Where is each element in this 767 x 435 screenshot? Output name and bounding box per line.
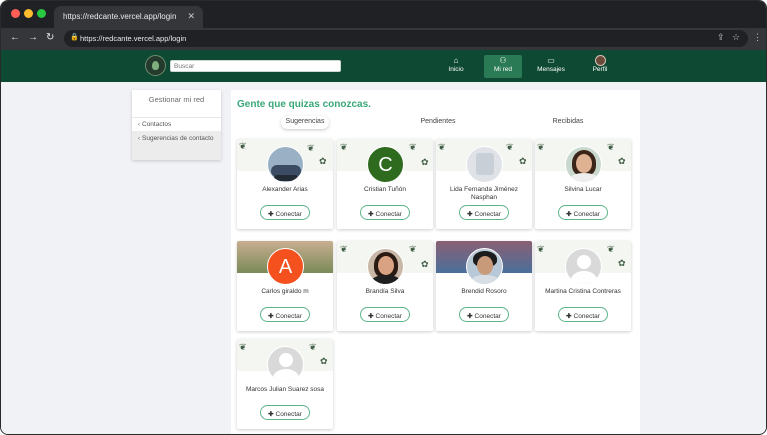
connect-button[interactable]: ✚ Conectar xyxy=(558,307,608,322)
app-logo[interactable] xyxy=(145,55,166,76)
browser-window: https://redcante.vercel.app/login ✕ ← → … xyxy=(0,0,767,435)
app-header: ⌂ Inicio ⚇ Mi red ▭ Mensajes Perfil xyxy=(1,50,766,82)
suggestion-card: A Carlos giraldo m ✚ Conectar xyxy=(237,241,333,331)
close-icon[interactable]: ✕ xyxy=(187,11,195,22)
tab-pendientes[interactable]: Pendientes xyxy=(414,116,462,129)
tab-bar: Sugerencias Pendientes Recibidas xyxy=(231,116,640,130)
connect-button[interactable]: ✚ Conectar xyxy=(360,205,410,220)
nav-label: Inicio xyxy=(448,66,464,73)
suggestion-card: ❦ ❦ ✿ Alexander Arias ✚ Conectar xyxy=(237,139,333,229)
browser-toolbar: ← → ↻ 🔒 https://redcante.vercel.app/logi… xyxy=(1,28,766,50)
add-user-icon: ✚ xyxy=(268,211,274,218)
forward-icon[interactable]: → xyxy=(28,32,38,43)
avatar[interactable] xyxy=(565,146,602,183)
browser-tab[interactable]: https://redcante.vercel.app/login ✕ xyxy=(54,6,203,28)
default-avatar-icon[interactable] xyxy=(565,248,602,285)
sidebar-item-sugerencias[interactable]: ‹ Sugerencias de contacto xyxy=(132,131,221,160)
person-name[interactable]: Alexander Arias xyxy=(239,186,331,194)
add-user-icon: ✚ xyxy=(566,313,572,320)
person-name[interactable]: Silvina Lucar xyxy=(537,186,629,194)
sidebar-item-label: Sugerencias de contacto xyxy=(142,135,214,142)
suggestion-card: Brendid Rosoro ✚ Conectar xyxy=(436,241,532,331)
page-title: Gente que quizas conozcas. xyxy=(237,99,371,110)
suggestion-card: ❦ ❦ ✿ Martina Cristina Contreras ✚ Conectar xyxy=(535,241,631,331)
avatar xyxy=(581,55,619,66)
default-avatar-icon[interactable] xyxy=(267,346,304,383)
person-name[interactable]: Cristian Tuñón xyxy=(339,186,431,194)
nav-mensajes[interactable]: ▭ Mensajes xyxy=(532,55,570,78)
suggestion-card: ❦ ❦ ✿ Marcos Julian Suarez sosa ✚ Conectar xyxy=(237,339,333,429)
person-name[interactable]: Carlos giraldo m xyxy=(239,288,331,296)
bookmark-star-icon[interactable]: ☆ xyxy=(732,32,740,43)
add-user-icon: ✚ xyxy=(467,211,473,218)
chevron-left-icon: ‹ xyxy=(138,122,140,128)
nav-label: Mensajes xyxy=(537,66,565,73)
add-user-icon: ✚ xyxy=(368,313,374,320)
person-name[interactable]: Marcos Julian Suarez sosa xyxy=(239,386,331,394)
sidebar-item-label: Contactos xyxy=(142,121,172,128)
lock-icon: 🔒 xyxy=(70,34,79,41)
tab-sugerencias[interactable]: Sugerencias xyxy=(281,116,329,129)
connect-button[interactable]: ✚ Conectar xyxy=(459,205,509,220)
person-name[interactable]: Brendid Rosoro xyxy=(438,288,530,296)
person-name[interactable]: Brandía Silva xyxy=(339,288,431,296)
person-name[interactable]: Lida Fernanda Jiménez Nasphan xyxy=(438,186,530,202)
reload-icon[interactable]: ↻ xyxy=(46,32,54,43)
connect-button[interactable]: ✚ Conectar xyxy=(558,205,608,220)
suggestion-card: ❦ ❦ ✿ C Cristian Tuñón ✚ Conectar xyxy=(337,139,433,229)
share-icon[interactable]: ⇪ xyxy=(717,32,725,43)
menu-kebab-icon[interactable]: ⋮ xyxy=(753,32,762,43)
nav-inicio[interactable]: ⌂ Inicio xyxy=(437,55,475,78)
connect-button[interactable]: ✚ Conectar xyxy=(360,307,410,322)
avatar[interactable]: C xyxy=(367,146,404,183)
add-user-icon: ✚ xyxy=(467,313,473,320)
back-icon[interactable]: ← xyxy=(10,32,20,43)
avatar[interactable] xyxy=(466,146,503,183)
nav-perfil[interactable]: Perfil xyxy=(581,55,619,78)
minimize-window-button[interactable] xyxy=(24,9,33,18)
main-panel: Gente que quizas conozcas. Sugerencias P… xyxy=(231,90,640,434)
avatar[interactable] xyxy=(466,248,503,285)
avatar[interactable]: A xyxy=(267,248,304,285)
connect-button[interactable]: ✚ Conectar xyxy=(260,307,310,322)
network-icon: ⚇ xyxy=(499,56,507,65)
avatar[interactable] xyxy=(267,146,304,183)
connect-button[interactable]: ✚ Conectar xyxy=(260,205,310,220)
add-user-icon: ✚ xyxy=(368,211,374,218)
nav-label: Perfil xyxy=(592,66,608,73)
title-bar: https://redcante.vercel.app/login ✕ xyxy=(1,1,766,28)
tab-recibidas[interactable]: Recibidas xyxy=(544,116,592,129)
search-input[interactable] xyxy=(170,60,341,72)
sidebar: Gestionar mi red ‹ Contactos ‹ Sugerencias… xyxy=(132,90,221,160)
nav-mi-red[interactable]: ⚇ Mi red xyxy=(484,55,522,78)
message-icon: ▭ xyxy=(547,56,555,65)
suggestion-card: ❦ ❦ ✿ Lida Fernanda Jiménez Nasphan ✚ Conec… xyxy=(436,139,532,229)
nav-label: Mi red xyxy=(493,66,513,73)
suggestion-card: ❦ ❦ ✿ Brandía Silva ✚ Conectar xyxy=(337,241,433,331)
suggestion-card: ❦ ❦ ✿ Silvina Lucar ✚ Conectar xyxy=(535,139,631,229)
connect-button[interactable]: ✚ Conectar xyxy=(260,405,310,420)
add-user-icon: ✚ xyxy=(566,211,572,218)
add-user-icon: ✚ xyxy=(268,411,274,418)
home-icon: ⌂ xyxy=(453,56,459,65)
chevron-left-icon: ‹ xyxy=(138,136,140,142)
maximize-window-button[interactable] xyxy=(37,9,46,18)
person-name[interactable]: Martina Cristina Contreras xyxy=(537,288,629,296)
address-bar[interactable]: 🔒 https://redcante.vercel.app/login xyxy=(64,30,748,47)
add-user-icon: ✚ xyxy=(268,313,274,320)
sidebar-title[interactable]: Gestionar mi red xyxy=(132,95,221,104)
connect-button[interactable]: ✚ Conectar xyxy=(459,307,509,322)
sidebar-item-contactos[interactable]: ‹ Contactos xyxy=(132,117,221,131)
url-text: https://redcante.vercel.app/login xyxy=(80,34,187,43)
close-window-button[interactable] xyxy=(11,9,20,18)
avatar[interactable] xyxy=(367,248,404,285)
tab-title: https://redcante.vercel.app/login xyxy=(63,12,177,21)
